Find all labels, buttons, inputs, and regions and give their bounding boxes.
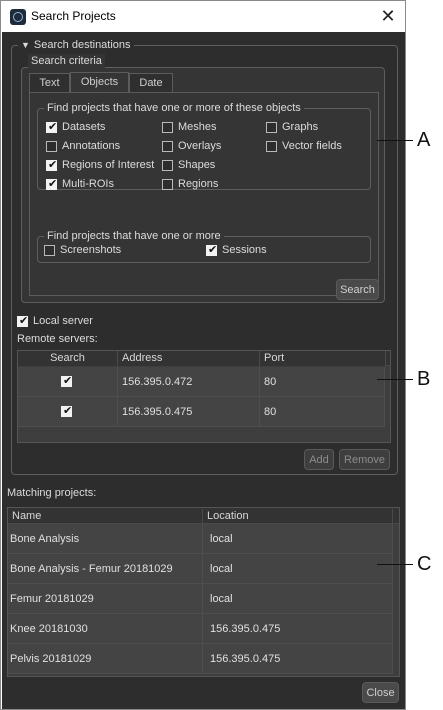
search-destinations-header[interactable]: ▼ Search destinations [18,38,134,52]
callout-line-b [377,379,413,380]
remote-server-port: 80 [260,397,385,427]
meshes-label: Meshes [178,121,217,133]
project-name: Bone Analysis - Femur 20181029 [8,554,203,584]
objects-group-label: Find projects that have one or more of t… [44,101,304,115]
regions-label: Regions [178,178,219,190]
search-destinations-label: Search destinations [33,39,131,51]
graphs-label: Graphs [282,121,319,133]
vector-fields-label: Vector fields [282,140,342,152]
local-server-label: Local server [33,315,93,327]
project-location: 156.395.0.475 [203,614,393,644]
add-button[interactable]: Add [304,449,334,470]
tab-text[interactable]: Text [29,73,70,92]
column-header-location[interactable]: Location [203,509,393,523]
remote-server-address: 156.395.0.475 [118,397,260,427]
callout-label-b: B [417,368,431,390]
remote-server-row[interactable]: 156.395.0.47280 [18,367,385,397]
vector-fields-checkbox[interactable] [266,141,277,152]
project-location: local [203,524,393,554]
other-objects-group-label: Find projects that have one or more [44,229,224,243]
shapes-checkbox[interactable] [162,160,173,171]
project-row[interactable]: Knee 20181030 156.395.0.475 [8,614,393,644]
project-location: local [203,584,393,614]
remote-server-address: 156.395.0.472 [118,367,260,397]
callout-label-a: A [417,129,431,151]
matching-projects-header: Name Location [8,508,399,524]
local-server-checkbox[interactable] [17,314,28,327]
remove-button[interactable]: Remove [339,449,390,470]
search-criteria-label: Search criteria [28,54,105,68]
regions-of-interest-label: Regions of Interest [62,159,155,171]
column-header-address[interactable]: Address [118,351,260,366]
title-bar[interactable]: Search Projects ✕ [1,1,405,32]
callout-line-c [377,564,413,565]
remote-servers-label: Remote servers: [17,333,98,345]
project-row[interactable]: Femur 20181029 local [8,584,393,614]
graphs-checkbox[interactable] [266,122,277,133]
matching-projects-label: Matching projects: [7,487,97,499]
remote-server-row[interactable]: 156.395.0.47580 [18,397,385,427]
close-button[interactable]: Close [362,682,399,703]
overlays-checkbox[interactable] [162,141,173,152]
app-icon [10,9,26,25]
column-header-port[interactable]: Port [260,351,386,366]
remote-servers-table: Search Address Port 156.395.0.47280156.3… [17,350,391,443]
overlays-label: Overlays [178,140,222,152]
matching-projects-table: Name Location Bone Analysis local Bone Ana… [7,507,400,677]
multi-rois-checkbox[interactable] [46,177,57,190]
dialog-body: ▼ Search destinations Search criteria Tex… [2,32,405,709]
project-name: Femur 20181029 [8,584,203,614]
sessions-label: Sessions [222,244,267,256]
regions-checkbox[interactable] [162,179,173,190]
window-title: Search Projects [31,9,116,23]
close-icon[interactable]: ✕ [374,4,402,28]
collapse-triangle-icon[interactable]: ▼ [21,40,30,50]
project-name: Knee 20181030 [8,614,203,644]
remote-server-search-cell [18,367,118,397]
tab-date[interactable]: Date [129,73,173,92]
datasets-label: Datasets [62,121,106,133]
remote-server-port: 80 [260,367,385,397]
remote-server-search-cell [18,397,118,427]
column-header-name[interactable]: Name [8,509,203,523]
project-location: 156.395.0.475 [203,644,393,674]
shapes-label: Shapes [178,159,216,171]
datasets-checkbox[interactable] [46,120,57,133]
multi-rois-label: Multi-ROIs [62,178,114,190]
callout-label-c: C [417,553,432,575]
tab-objects[interactable]: Objects [70,72,129,92]
regions-of-interest-checkbox[interactable] [46,158,57,171]
column-header-search[interactable]: Search [18,351,118,366]
project-row[interactable]: Bone Analysis - Femur 20181029 local [8,554,393,584]
sessions-checkbox[interactable] [206,243,217,256]
screenshots-label: Screenshots [60,244,122,256]
remote-servers-header: Search Address Port [18,351,390,366]
annotations-label: Annotations [62,140,121,152]
callout-line-a [377,140,413,141]
remote-server-search-checkbox[interactable] [61,374,72,387]
search-button[interactable]: Search [336,279,379,300]
project-row[interactable]: Pelvis 20181029 156.395.0.475 [8,644,393,674]
remote-server-search-checkbox[interactable] [61,404,72,417]
screenshots-checkbox[interactable] [44,245,55,256]
annotations-checkbox[interactable] [46,141,57,152]
project-name: Bone Analysis [8,524,203,554]
search-projects-window: Search Projects ✕ ▼ Search destinations S… [0,0,406,710]
meshes-checkbox[interactable] [162,122,173,133]
project-row[interactable]: Bone Analysis local [8,524,393,554]
project-name: Pelvis 20181029 [8,644,203,674]
project-location: local [203,554,393,584]
